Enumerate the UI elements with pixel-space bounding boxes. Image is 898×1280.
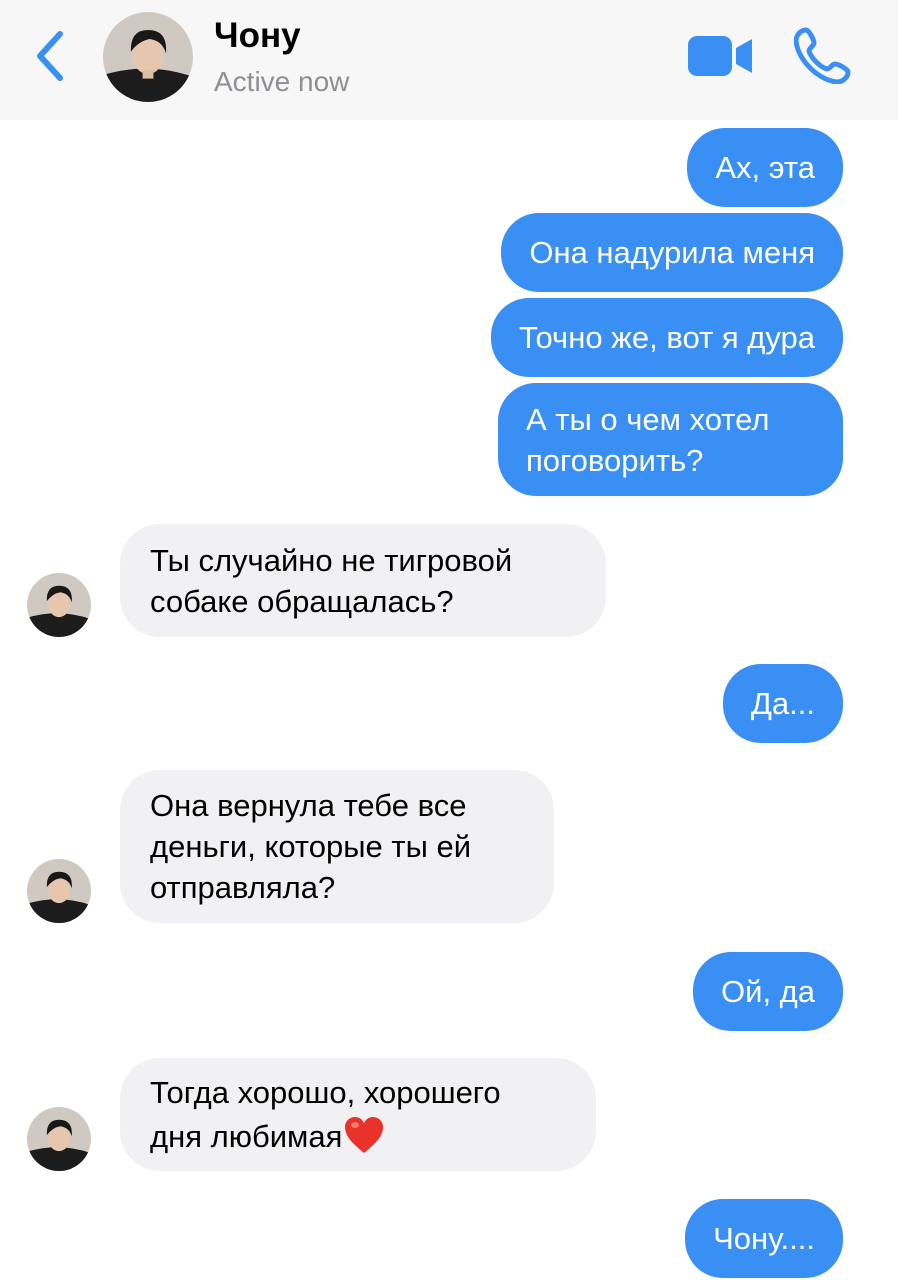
message-bubble-incoming: Тогда хорошо, хорошего дня любимая — [120, 1058, 596, 1171]
avatar[interactable] — [27, 573, 91, 637]
avatar[interactable] — [27, 1107, 91, 1171]
message-text: Она надурила меня — [529, 235, 815, 270]
message-text: Тогда хорошо, хорошего дня любимая — [150, 1072, 501, 1157]
message-bubble-incoming: Ты случайно не тигровой собаке обращалас… — [120, 524, 606, 637]
message-bubble-outgoing: Она надурила меня — [501, 213, 843, 292]
contact-name[interactable]: Чону — [214, 16, 301, 56]
video-camera-icon[interactable] — [686, 34, 754, 78]
red-heart-icon — [345, 1117, 384, 1153]
message-text: Ах, эта — [715, 150, 815, 185]
message-bubble-outgoing: Точно же, вот я дура — [490, 298, 843, 377]
message-bubble-outgoing: Да... — [722, 664, 843, 743]
message-text: А ты о чем хотел поговорить? — [526, 401, 770, 478]
message-text: Ты случайно не тигровой собаке обращалас… — [150, 542, 513, 619]
avatar[interactable] — [27, 859, 91, 923]
message-text: Да... — [750, 686, 815, 721]
message-bubble-incoming: Она вернула тебе все деньги, которые ты … — [120, 770, 554, 923]
chat-header: Чону Active now — [0, 0, 898, 120]
contact-status: Active now — [214, 66, 350, 97]
message-text: Она вернула тебе все деньги, которые ты … — [150, 788, 472, 905]
avatar[interactable] — [103, 12, 193, 102]
message-text: Ой, да — [721, 974, 815, 1009]
message-bubble-outgoing: Ой, да — [693, 952, 843, 1031]
chevron-left-icon[interactable] — [30, 28, 70, 84]
message-bubble-outgoing: А ты о чем хотел поговорить? — [498, 383, 843, 496]
message-bubble-outgoing: Чону.... — [685, 1199, 843, 1278]
phone-icon[interactable] — [794, 26, 852, 84]
message-text: Чону.... — [713, 1221, 815, 1256]
message-text-body: Тогда хорошо, хорошего дня любимая — [150, 1075, 501, 1154]
message-bubble-outgoing: Ах, эта — [687, 128, 843, 207]
message-text: Точно же, вот я дура — [518, 320, 815, 355]
